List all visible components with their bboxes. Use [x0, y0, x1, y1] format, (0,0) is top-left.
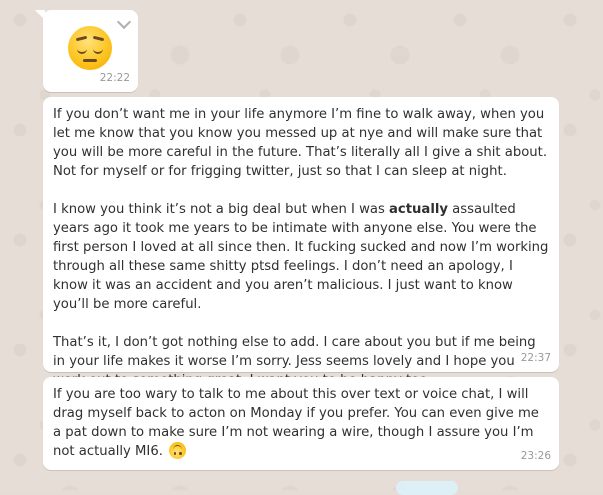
message-timestamp: 22:37 — [520, 352, 551, 364]
message-text: If you don’t want me in your life anymor… — [53, 105, 549, 390]
message-bubble[interactable]: If you don’t want me in your life anymor… — [43, 97, 559, 388]
message-bubble-emoji[interactable]: 22:22 — [35, 10, 138, 92]
message-paragraph: I know you think it’s not a big deal but… — [53, 202, 553, 312]
message-paragraph: If you don’t want me in your life anymor… — [53, 107, 552, 179]
message-bubble[interactable]: If you are too wary to talk to me about … — [43, 377, 559, 470]
message-text: If you are too wary to talk to me about … — [53, 385, 549, 461]
upside-down-face-icon — [169, 442, 187, 459]
message-timestamp: 22:22 — [99, 72, 130, 84]
chevron-down-icon[interactable] — [116, 14, 132, 30]
message-paragraph: If you are too wary to talk to me about … — [53, 387, 544, 459]
bold-text: actually — [389, 202, 448, 217]
bubble-tail — [35, 10, 45, 20]
pensive-face-icon — [68, 26, 112, 70]
outgoing-bubble-peek — [396, 481, 458, 495]
message-timestamp: 23:26 — [520, 450, 551, 462]
